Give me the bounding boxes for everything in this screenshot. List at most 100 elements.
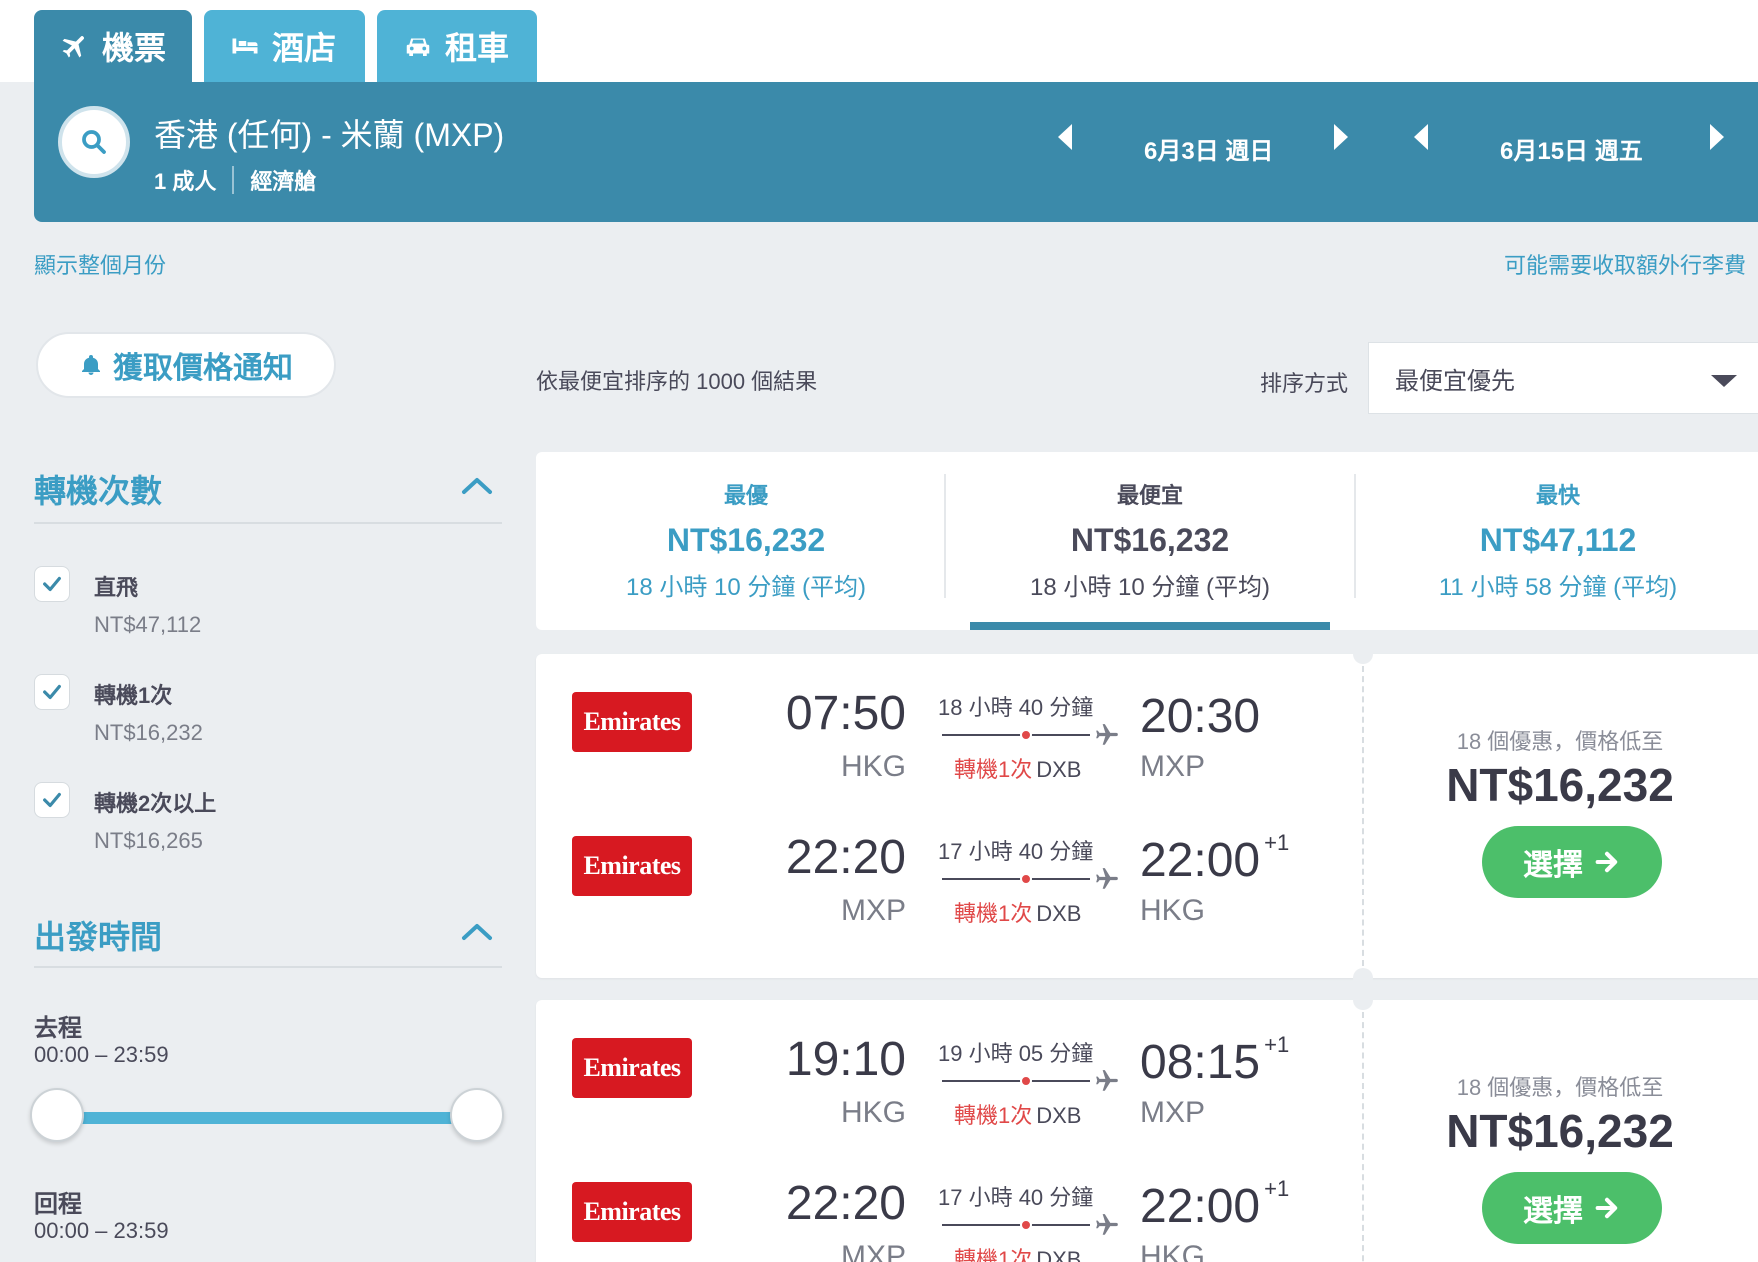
select-button[interactable]: 選擇: [1482, 826, 1662, 898]
return-next-day-button[interactable]: [1710, 124, 1724, 150]
stop-dot: [1020, 1075, 1032, 1087]
summary-price: NT$16,232: [1070, 522, 1230, 558]
route-line: [942, 878, 1090, 880]
summary-label: 最快: [1535, 483, 1580, 508]
ticket-notch: [1353, 990, 1373, 1010]
tab-hotels[interactable]: 酒店: [204, 10, 365, 82]
plane-icon: [1096, 1214, 1118, 1235]
divider: [232, 166, 235, 194]
stop-airport: DXB: [1036, 757, 1082, 782]
slider-start-handle[interactable]: [30, 1088, 84, 1142]
summary-duration: 18 小時 10 分鐘 (平均): [1029, 574, 1271, 601]
summary-fastest[interactable]: 最快 NT$47,112 11 小時 58 分鐘 (平均): [1358, 478, 1758, 602]
arrival-airport: HKG: [1140, 894, 1206, 927]
departure-airport: HKG: [840, 750, 906, 783]
flight-result-card[interactable]: Emirates 07:50 HKG 18 小時 40 分鐘 轉機1次 DXB 2…: [536, 644, 1758, 988]
arrow-right-icon: [1595, 1197, 1618, 1219]
outbound-label: 去程: [34, 1015, 82, 1042]
price-alert-label: 獲取價格通知: [113, 352, 293, 385]
bell-icon: [82, 355, 100, 375]
deals-count: 18 個優惠，價格低至: [1456, 1075, 1664, 1100]
stop-airport: DXB: [1036, 901, 1082, 926]
checkbox-direct[interactable]: [34, 566, 70, 602]
summary-label: 最優: [723, 483, 768, 508]
select-label: 選擇: [1523, 849, 1583, 882]
outbound-range: 00:00 – 23:59: [34, 1042, 169, 1067]
option-label: 直飛: [94, 575, 139, 600]
depart-date[interactable]: 6月3日 週日: [1144, 118, 1273, 178]
edit-search-button[interactable]: [58, 106, 130, 178]
sort-value: 最便宜優先: [1395, 367, 1515, 395]
arrival-time: 22:00 +1: [1140, 1176, 1289, 1234]
select-button[interactable]: 選擇: [1482, 1172, 1662, 1244]
option-price: NT$16,232: [94, 720, 203, 745]
slider-end-handle[interactable]: [450, 1088, 504, 1142]
chevron-up-icon[interactable]: [460, 474, 492, 500]
tab-cars[interactable]: 租車: [377, 10, 537, 82]
ticket-notch: [1353, 644, 1373, 664]
stop-airport: DXB: [1036, 1103, 1082, 1128]
flight-duration: 19 小時 05 分鐘: [938, 1041, 1094, 1066]
stops-info: 轉機1次 DXB: [954, 1242, 1082, 1262]
summary-duration: 11 小時 58 分鐘 (平均): [1438, 574, 1678, 601]
check-icon: [43, 684, 61, 700]
checkbox-one-stop[interactable]: [34, 674, 70, 710]
summary-duration: 18 小時 10 分鐘 (平均): [625, 574, 867, 601]
flight-duration: 18 小時 40 分鐘: [938, 695, 1094, 720]
option-label: 轉機2次以上: [94, 791, 217, 816]
tab-label: 機票: [102, 30, 167, 66]
return-date[interactable]: 6月15日 週五: [1500, 118, 1643, 178]
show-whole-month-link[interactable]: 顯示整個月份: [34, 248, 166, 280]
bed-icon: [232, 38, 258, 54]
route-line: [942, 1080, 1090, 1082]
sort-dropdown[interactable]: 最便宜優先: [1368, 342, 1758, 414]
chevron-up-icon[interactable]: [460, 920, 492, 946]
return-leg: Emirates 22:20 MXP 17 小時 40 分鐘 轉機1次 DXB 2…: [536, 798, 1356, 928]
return-prev-day-button[interactable]: [1414, 124, 1428, 150]
arrow-right-icon: [1595, 851, 1618, 873]
price-alert-button[interactable]: 獲取價格通知: [36, 332, 336, 398]
checkbox-two-plus[interactable]: [34, 782, 70, 818]
departure-airport: MXP: [840, 894, 906, 927]
arrival-airport: HKG: [1140, 1240, 1206, 1262]
divider: [34, 522, 502, 524]
plane-icon: [62, 36, 84, 58]
result-price: NT$16,232: [1446, 759, 1674, 811]
route-text[interactable]: 香港 (任何) - 米蘭 (MXP): [154, 110, 504, 156]
passenger-count: 1 成人: [154, 169, 217, 194]
product-tabs: 機票 酒店 租車: [34, 10, 537, 82]
airline-logo: Emirates: [572, 1182, 692, 1242]
summary-cheapest[interactable]: 最便宜 NT$16,232 18 小時 10 分鐘 (平均): [950, 478, 1350, 602]
departure-airport: MXP: [840, 1240, 906, 1262]
stop-airport: DXB: [1036, 1247, 1082, 1262]
day-offset: +1: [1264, 830, 1290, 855]
outbound-time-slider[interactable]: [60, 1112, 478, 1124]
divider: [34, 966, 502, 968]
divider: [944, 474, 946, 598]
depart-next-day-button[interactable]: [1334, 124, 1348, 150]
route-line: [942, 734, 1090, 736]
route-line: [942, 1224, 1090, 1226]
return-label: 回程: [34, 1191, 82, 1218]
depart-prev-day-button[interactable]: [1058, 124, 1072, 150]
outbound-leg: Emirates 19:10 HKG 19 小時 05 分鐘 轉機1次 DXB 0…: [536, 1000, 1356, 1130]
arrival-airport: MXP: [1140, 1096, 1206, 1129]
baggage-fee-link[interactable]: 可能需要收取額外行李費: [1504, 248, 1746, 280]
summary-price: NT$47,112: [1479, 522, 1637, 558]
passenger-info[interactable]: 1 成人 經濟艙: [154, 164, 316, 196]
flight-duration: 17 小時 40 分鐘: [938, 839, 1094, 864]
summary-best[interactable]: 最優 NT$16,232 18 小時 10 分鐘 (平均): [546, 478, 946, 602]
flight-result-card[interactable]: Emirates 19:10 HKG 19 小時 05 分鐘 轉機1次 DXB 0…: [536, 990, 1758, 1262]
airline-logo: Emirates: [572, 836, 692, 896]
return-range: 00:00 – 23:59: [34, 1218, 169, 1243]
stops-filter-title[interactable]: 轉機次數: [34, 466, 162, 512]
arrival-time-value: 22:00: [1140, 834, 1261, 887]
arrival-airport: MXP: [1140, 750, 1206, 783]
departure-time: 19:10: [785, 1033, 906, 1086]
divider: [1354, 474, 1356, 598]
option-price: NT$16,265: [94, 828, 203, 853]
tab-label: 酒店: [272, 30, 337, 66]
results-count: 依最便宜排序的 1000 個結果: [536, 369, 818, 394]
tab-flights[interactable]: 機票: [34, 10, 192, 82]
departure-time-filter-title[interactable]: 出發時間: [34, 912, 162, 958]
